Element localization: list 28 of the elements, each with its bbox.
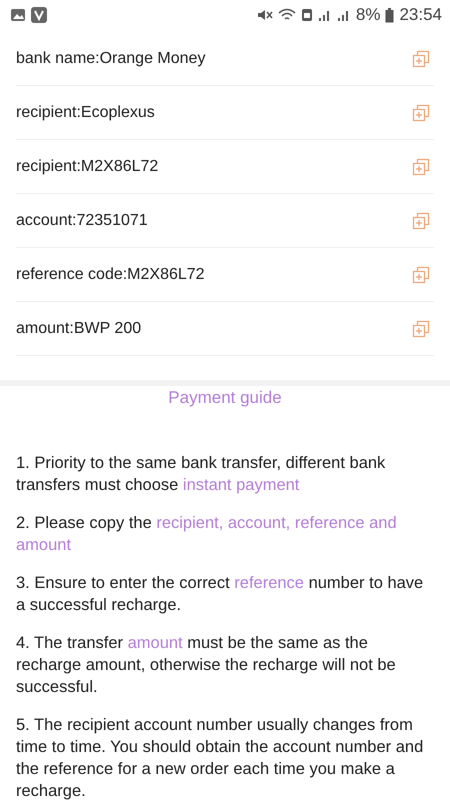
detail-text: reference code:M2X86L72: [16, 266, 205, 284]
mute-icon: [256, 8, 273, 22]
battery-percent: 8%: [356, 5, 380, 25]
clock: 23:54: [399, 5, 442, 25]
detail-text: recipient:Ecoplexus: [16, 104, 155, 122]
guide-step: 4. The transfer amount must be the same as the recharge amount, otherwise the recharge will not be successful.: [16, 632, 434, 698]
signal-icon: [318, 8, 332, 22]
copy-icon[interactable]: [412, 104, 430, 122]
copy-icon[interactable]: [412, 320, 430, 338]
detail-text: account:72351071: [16, 212, 148, 230]
guide-step: 3. Ensure to enter the correct reference number to have a successful recharge.: [16, 572, 434, 616]
detail-text: bank name:Orange Money: [16, 50, 206, 68]
detail-text: recipient:M2X86L72: [16, 158, 158, 176]
guide-step: 1. Priority to the same bank transfer, different bank transfers must choose instant payment: [16, 452, 434, 496]
copy-icon[interactable]: [412, 158, 430, 176]
copy-icon[interactable]: [412, 266, 430, 284]
image-icon: [10, 8, 26, 22]
battery-icon: [385, 8, 394, 22]
section-title: Payment guide: [167, 388, 283, 408]
copy-icon[interactable]: [412, 50, 430, 68]
wifi-icon: [278, 8, 296, 22]
v-app-icon: [31, 7, 47, 23]
copy-icon[interactable]: [412, 212, 430, 230]
detail-text: amount:BWP 200: [16, 320, 142, 338]
sim-icon: [300, 8, 313, 22]
guide-step: 5. The recipient account number usually changes from time to time. You should obtain the account number and the reference for a new order each time you make a recharge.: [16, 714, 434, 800]
guide-step: 2. Please copy the recipient, account, reference and amount: [16, 512, 434, 556]
signal-icon: [336, 8, 351, 22]
